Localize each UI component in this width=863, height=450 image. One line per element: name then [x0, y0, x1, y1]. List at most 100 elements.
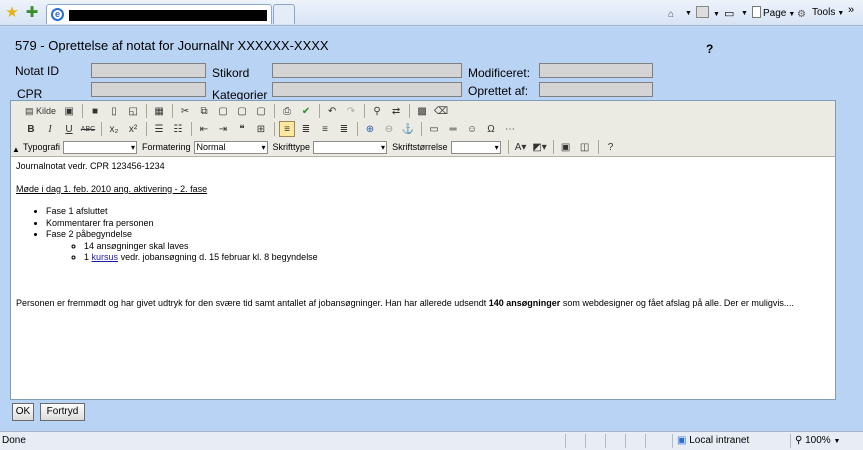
more-commands-chevron[interactable]: »: [848, 3, 854, 17]
list-item: Fase 1 afsluttet: [46, 206, 830, 218]
toolbar-separator: [357, 122, 358, 136]
paste-icon[interactable]: ▢: [215, 103, 231, 119]
status-cell: [565, 434, 585, 448]
save-document-icon[interactable]: ■: [87, 103, 103, 119]
tools-menu-label: Tools: [812, 7, 836, 18]
help-link[interactable]: ?: [706, 42, 713, 56]
print-icon[interactable]: ⎙: [279, 103, 295, 119]
about-icon[interactable]: ?: [603, 139, 619, 155]
add-favorites-icon[interactable]: ✚: [24, 5, 40, 21]
horizontal-rule-icon[interactable]: ═: [445, 121, 461, 137]
feeds-button[interactable]: ▼: [696, 6, 720, 20]
toolbar-separator: [274, 104, 276, 118]
collapse-toolbar-icon[interactable]: ▲: [12, 145, 20, 154]
show-blocks-icon[interactable]: ◫: [577, 139, 593, 155]
toolbar-row-3: Typografi Formatering Normal Skrifttype …: [23, 138, 622, 156]
preview-icon[interactable]: ◱: [125, 103, 141, 119]
notat-id-field: [91, 63, 206, 78]
typografi-select[interactable]: [63, 140, 138, 154]
ok-button[interactable]: OK: [12, 403, 34, 421]
stikord-field[interactable]: [272, 63, 462, 78]
find-icon[interactable]: ⚲: [369, 103, 385, 119]
browser-toolbar: ★ ✚ e ⌂ ▼ ▼ ▭ ▼ Page ▼ ⚙ Tools ▼ »: [0, 0, 863, 26]
numbered-list-icon[interactable]: ☰: [151, 121, 167, 137]
templates-icon[interactable]: ▦: [151, 103, 167, 119]
status-cell: [625, 434, 645, 448]
kursus-link[interactable]: kursus: [92, 252, 119, 262]
copy-icon[interactable]: ⧉: [196, 103, 212, 119]
formatering-select[interactable]: Normal: [193, 140, 268, 154]
new-page-icon[interactable]: ▯: [106, 103, 122, 119]
subscript-icon[interactable]: x₂: [106, 121, 122, 137]
paste-text-icon[interactable]: ▢: [234, 103, 250, 119]
paste-word-icon[interactable]: ▢: [253, 103, 269, 119]
underline-button[interactable]: U: [61, 121, 77, 137]
source-label: Kilde: [36, 106, 57, 116]
toolbar-separator: [421, 122, 422, 136]
redo-icon[interactable]: ↷: [343, 103, 359, 119]
redacted-tab-title: [69, 10, 267, 21]
create-div-icon[interactable]: ⊞: [253, 121, 269, 137]
undo-icon[interactable]: ↶: [324, 103, 340, 119]
print-button[interactable]: ▭ ▼: [724, 6, 748, 20]
source-button[interactable]: ▤ Kilde: [23, 103, 58, 119]
cut-icon[interactable]: ✂: [177, 103, 193, 119]
toolbar-separator: [146, 104, 148, 118]
align-justify-icon[interactable]: ≣: [336, 121, 352, 137]
align-left-icon[interactable]: ≡: [279, 121, 295, 137]
blockquote-icon[interactable]: ❝: [234, 121, 250, 137]
tools-menu[interactable]: ⚙ Tools ▼: [797, 6, 844, 20]
paragraph-text: som webdesigner og fået afslag på alle. …: [562, 297, 794, 308]
toolbar-separator: [172, 104, 174, 118]
zone-label: Local intranet: [689, 435, 750, 446]
zoom-icon: ⚲: [795, 435, 803, 446]
modificeret-field: [539, 63, 653, 78]
select-all-icon[interactable]: ▩: [414, 103, 430, 119]
image-icon[interactable]: ▭: [426, 121, 442, 137]
superscript-icon[interactable]: x²: [125, 121, 141, 137]
toolbar-row-2: B I U ABC x₂ x² ☰ ☷ ⇤ ⇥ ❝ ⊞ ≡ ≣ ≡ ≣ ⊕ ⊖ …: [23, 120, 521, 138]
content-heading: Møde i dag 1. feb. 2010 ang. aktivering …: [16, 183, 208, 194]
save-icon[interactable]: ▣: [61, 103, 77, 119]
indent-icon[interactable]: ⇥: [215, 121, 231, 137]
toolbar-separator: [82, 104, 84, 118]
browser-tab[interactable]: e: [46, 4, 272, 24]
outdent-icon[interactable]: ⇤: [196, 121, 212, 137]
editor-content[interactable]: Journalnotat vedr. CPR 123456-1234 Møde …: [16, 161, 830, 396]
list-item: 1 kursus vedr. jobansøgning d. 15 februa…: [84, 252, 830, 264]
page-area: 579 - Oprettelse af notat for JournalNr …: [0, 27, 863, 431]
rich-text-editor: ▤ Kilde ▣ ■ ▯ ◱ ▦ ✂ ⧉ ▢ ▢ ▢ ⎙ ✔ ↶ ↷ ⚲ ⇄ …: [10, 100, 836, 400]
link-icon[interactable]: ⊕: [362, 121, 378, 137]
bold-button[interactable]: B: [23, 121, 39, 137]
background-color-icon[interactable]: ◩▾: [532, 139, 548, 155]
align-right-icon[interactable]: ≡: [317, 121, 333, 137]
page-menu[interactable]: Page ▼: [752, 6, 795, 20]
kategorier-field[interactable]: [272, 82, 462, 97]
spellcheck-icon[interactable]: ✔: [298, 103, 314, 119]
replace-icon[interactable]: ⇄: [388, 103, 404, 119]
list-item: Fase 2 påbegyndelse 14 ansøgninger skal …: [46, 229, 830, 264]
home-button[interactable]: ⌂ ▼: [668, 6, 692, 20]
maximize-icon[interactable]: ▣: [558, 139, 574, 155]
cancel-button[interactable]: Fortryd: [40, 403, 85, 421]
list-item-text: 1: [84, 252, 90, 262]
italic-button[interactable]: I: [42, 121, 58, 137]
align-center-icon[interactable]: ≣: [298, 121, 314, 137]
gear-icon: ⚙: [797, 9, 806, 20]
new-tab-button[interactable]: [273, 4, 295, 24]
toolbar-separator: [364, 104, 366, 118]
zoom-control[interactable]: ⚲ 100% ▼: [790, 434, 860, 448]
smiley-icon[interactable]: ☺: [464, 121, 480, 137]
status-cell: [645, 434, 670, 448]
favorites-star-icon[interactable]: ★: [4, 5, 20, 21]
anchor-icon[interactable]: ⚓: [400, 121, 416, 137]
strikethrough-button[interactable]: ABC: [80, 121, 96, 137]
skriftstorrelse-select[interactable]: [450, 140, 501, 154]
unlink-icon[interactable]: ⊖: [381, 121, 397, 137]
skrifttype-select[interactable]: [313, 140, 388, 154]
page-break-icon[interactable]: ⋯: [502, 121, 518, 137]
text-color-icon[interactable]: A▾: [513, 139, 529, 155]
remove-format-icon[interactable]: ⌫: [433, 103, 449, 119]
bulleted-list-icon[interactable]: ☷: [170, 121, 186, 137]
special-char-icon[interactable]: Ω: [483, 121, 499, 137]
